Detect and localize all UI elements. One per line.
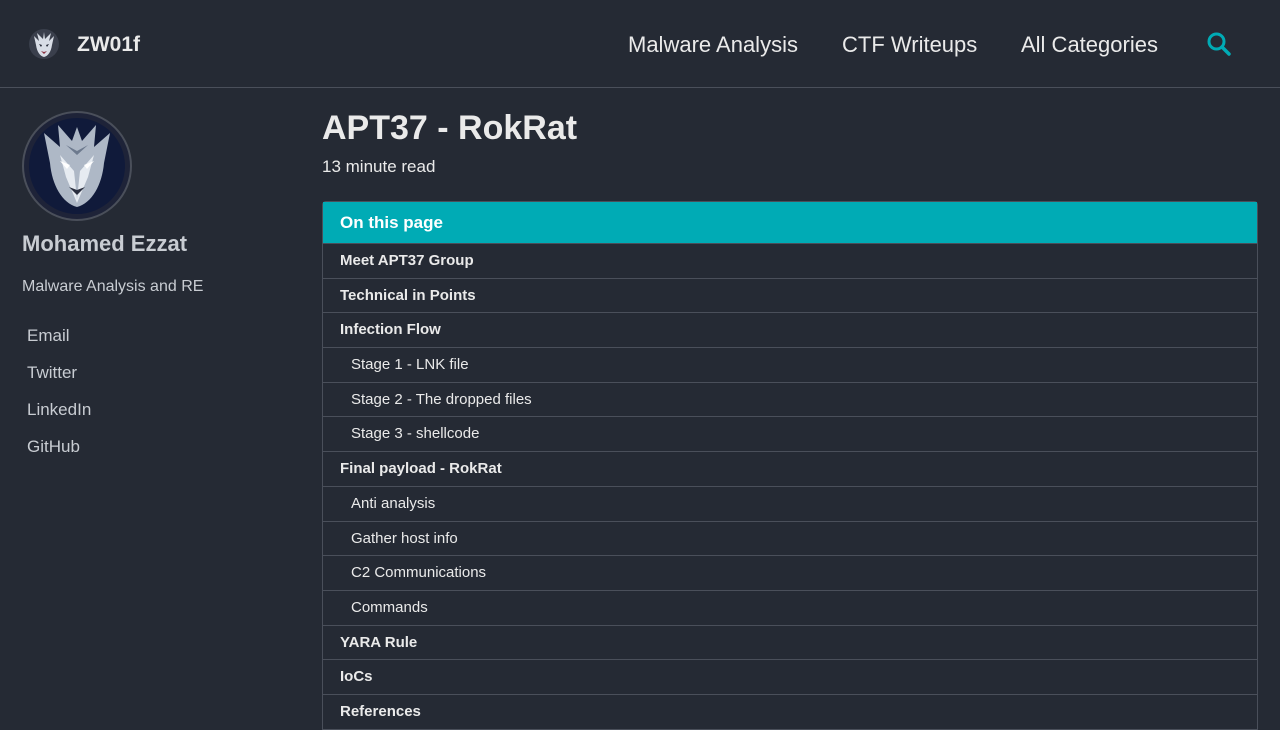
- author-name: Mohamed Ezzat: [22, 231, 188, 256]
- toc-item[interactable]: Technical in Points: [323, 277, 1257, 313]
- toc-item[interactable]: Stage 1 - LNK file: [323, 347, 1257, 382]
- toc-item[interactable]: Commands: [323, 589, 1257, 625]
- toc-item[interactable]: C2 Communications: [323, 555, 1257, 590]
- table-of-contents: On this page Meet APT37 Group Technical i…: [322, 201, 1258, 730]
- toc-header: On this page: [323, 202, 1257, 243]
- search-icon[interactable]: [1206, 31, 1232, 57]
- toc-item[interactable]: Gather host info: [323, 520, 1257, 556]
- toc-item[interactable]: Infection Flow: [323, 312, 1257, 347]
- read-time: 13 minute read: [322, 157, 436, 176]
- page-title: APT37 - RokRat: [322, 109, 578, 147]
- toc-item[interactable]: YARA Rule: [323, 624, 1257, 660]
- masthead: ZW01f Malware Analysis CTF Writeups All …: [0, 0, 1280, 88]
- author-sidebar: Mohamed Ezzat Malware Analysis and RE Em…: [0, 89, 300, 720]
- toc-item[interactable]: Anti analysis: [323, 485, 1257, 521]
- toc-item[interactable]: Meet APT37 Group: [323, 243, 1257, 278]
- author-link-email[interactable]: Email: [27, 326, 70, 346]
- toc-item[interactable]: IoCs: [323, 659, 1257, 694]
- nav-malware-analysis[interactable]: Malware Analysis: [628, 32, 798, 58]
- wolf-avatar-icon: [22, 111, 132, 221]
- toc-item[interactable]: Stage 3 - shellcode: [323, 416, 1257, 451]
- toc-item[interactable]: Final payload - RokRat: [323, 451, 1257, 486]
- toc-list: Meet APT37 Group Technical in Points Infec…: [323, 243, 1257, 729]
- nav-all-categories[interactable]: All Categories: [1021, 32, 1158, 58]
- nav-ctf-writeups[interactable]: CTF Writeups: [842, 32, 977, 58]
- toc-item[interactable]: References: [323, 693, 1257, 729]
- author-link-twitter[interactable]: Twitter: [27, 363, 77, 383]
- author-link-github[interactable]: GitHub: [27, 437, 80, 457]
- wolf-logo-icon[interactable]: [28, 28, 60, 60]
- author-bio: Malware Analysis and RE: [22, 278, 204, 295]
- site-title-link[interactable]: ZW01f: [77, 33, 140, 57]
- author-link-linkedin[interactable]: LinkedIn: [27, 400, 91, 420]
- toc-item[interactable]: Stage 2 - The dropped files: [323, 381, 1257, 417]
